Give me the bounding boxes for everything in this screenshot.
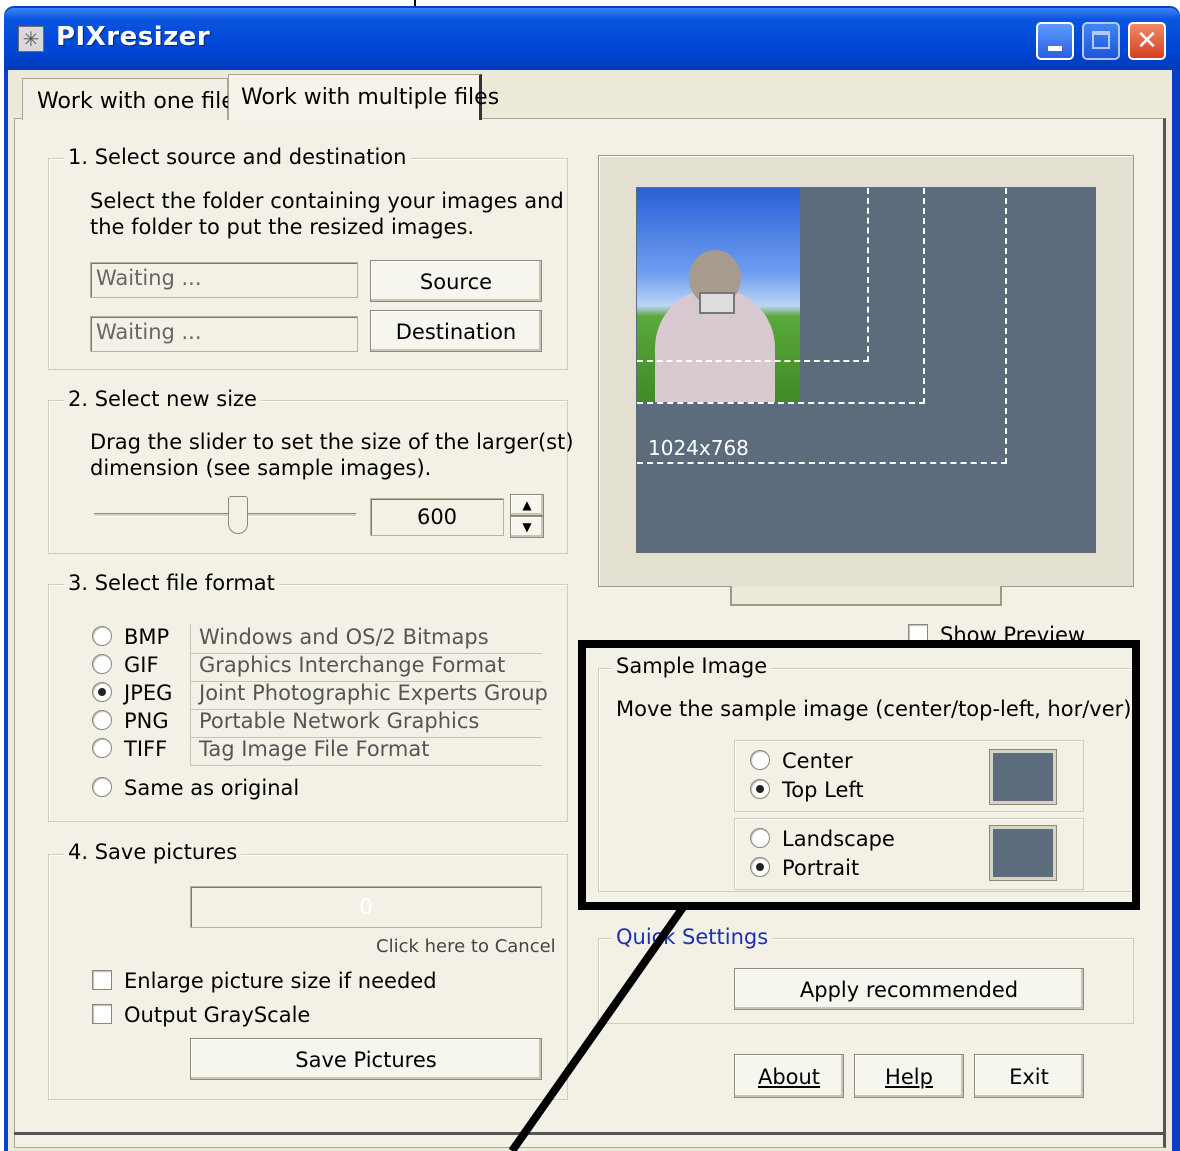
annotation-pointer-stroke — [508, 903, 688, 1151]
annotation-pointer-line — [508, 903, 688, 1151]
